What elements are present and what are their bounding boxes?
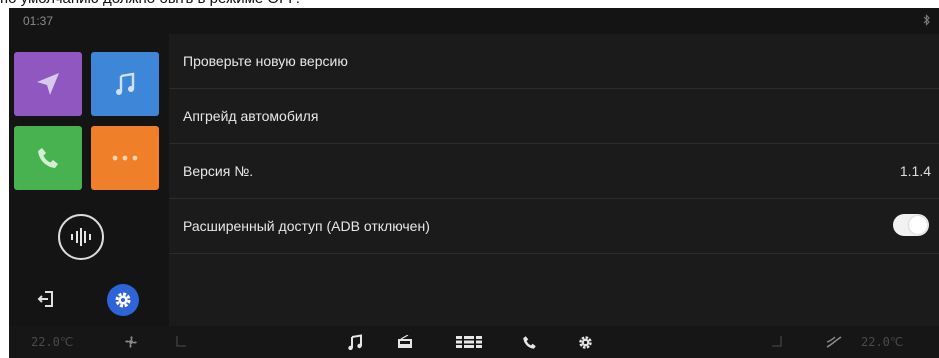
phone-icon[interactable] (519, 326, 539, 358)
apps-grid-icon[interactable] (455, 326, 483, 358)
navigation-tile[interactable] (14, 52, 82, 116)
bluetooth-icon (923, 14, 931, 26)
voice-assistant-icon (69, 228, 93, 246)
navigation-arrow-icon (35, 71, 61, 97)
row-label: Проверьте новую версию (183, 53, 348, 69)
more-dots-icon (112, 155, 138, 161)
seat-heat-right-icon[interactable] (767, 326, 787, 358)
settings-button[interactable] (107, 284, 139, 316)
head-unit-screen: 01:37 Проверьте новую версию Апгрейд авт… (9, 8, 939, 358)
row-extended-access: Расширенный доступ (ADB отключен) (169, 199, 939, 254)
row-label: Апгрейд автомобиля (183, 108, 319, 124)
right-temperature[interactable]: 22.0℃ (861, 326, 903, 358)
version-value: 1.1.4 (899, 163, 931, 179)
voice-assistant-button[interactable] (58, 214, 104, 260)
music-note-icon (114, 72, 136, 96)
row-version-number: Версия №. 1.1.4 (169, 144, 939, 199)
bottom-bar: 22.0℃ 22.0℃ (9, 326, 939, 358)
toggle-knob (909, 216, 927, 234)
row-check-new-version[interactable]: Проверьте новую версию (169, 34, 939, 89)
row-vehicle-upgrade[interactable]: Апгрейд автомобиля (169, 89, 939, 144)
music-tile[interactable] (91, 52, 159, 116)
gear-icon[interactable] (575, 326, 595, 358)
exit-button[interactable] (31, 284, 61, 314)
fan-icon[interactable] (121, 326, 141, 358)
phone-tile[interactable] (14, 126, 82, 190)
airflow-icon[interactable] (823, 326, 845, 358)
status-bar: 01:37 (9, 8, 939, 34)
seat-heat-left-icon[interactable] (171, 326, 191, 358)
radio-icon[interactable] (395, 326, 415, 358)
row-label: Версия №. (183, 163, 254, 179)
music-note-icon[interactable] (345, 326, 365, 358)
phone-icon (36, 146, 60, 170)
adb-toggle[interactable] (893, 214, 929, 236)
caption-text: по умолчанию должно быть в режиме OFF. (0, 0, 939, 8)
more-tile[interactable] (91, 126, 159, 190)
gear-icon (114, 291, 132, 309)
left-temperature[interactable]: 22.0℃ (31, 326, 73, 358)
sidebar (9, 34, 169, 326)
exit-icon (37, 290, 55, 308)
row-label: Расширенный доступ (ADB отключен) (183, 218, 430, 234)
clock: 01:37 (23, 14, 54, 28)
settings-panel: Проверьте новую версию Апгрейд автомобил… (169, 34, 939, 326)
